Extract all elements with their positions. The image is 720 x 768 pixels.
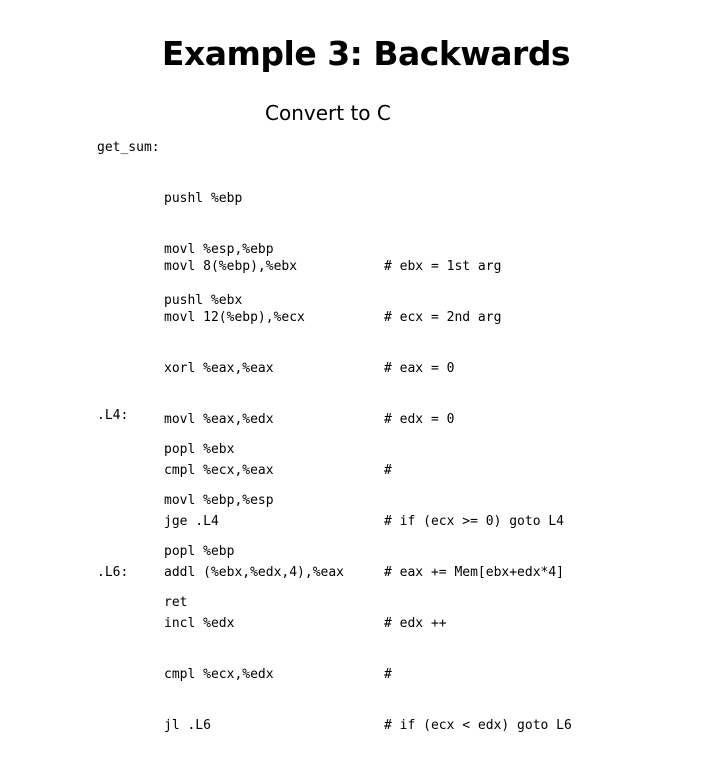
code-line: movl 12(%ebp),%ecx [164, 310, 305, 325]
epilogue-block: popl %ebx movl %ebp,%esp popl %ebp ret [164, 407, 274, 645]
code-line: popl %ebx [164, 442, 235, 457]
slide-subtitle: Convert to C [265, 101, 391, 125]
code-line: movl 8(%ebp),%ebx [164, 259, 298, 274]
code-comment: # eax += Mem[ebx+edx*4] [384, 565, 565, 580]
code-line: popl %ebp [164, 544, 235, 559]
code-comment: # [384, 463, 392, 478]
code-comment: # edx = 0 [384, 412, 455, 427]
body-comments: # ebx = 1st arg # ecx = 2nd arg # eax = … [384, 224, 572, 768]
code-comment: # ebx = 1st arg [384, 259, 502, 274]
code-comment: # edx ++ [384, 616, 447, 631]
slide-title: Example 3: Backwards [161, 34, 571, 73]
code-line: jl .L6 [164, 718, 211, 733]
code-comment: # eax = 0 [384, 361, 455, 376]
code-line: xorl %eax,%eax [164, 361, 274, 376]
code-comment: # if (ecx < edx) goto L6 [384, 718, 572, 733]
code-line: movl %ebp,%esp [164, 493, 274, 508]
code-line: cmpl %ecx,%edx [164, 667, 274, 682]
epilogue-label: .L4: [97, 408, 129, 423]
code-line: pushl %ebp [164, 191, 243, 206]
body-labels: .L6: [97, 224, 128, 768]
code-comment: # [384, 667, 392, 682]
code-comment: # if (ecx >= 0) goto L4 [384, 514, 565, 529]
function-label: get_sum: [97, 140, 160, 155]
loop-label: .L6: [97, 565, 129, 580]
code-line: ret [164, 595, 188, 610]
code-comment: # ecx = 2nd arg [384, 310, 502, 325]
